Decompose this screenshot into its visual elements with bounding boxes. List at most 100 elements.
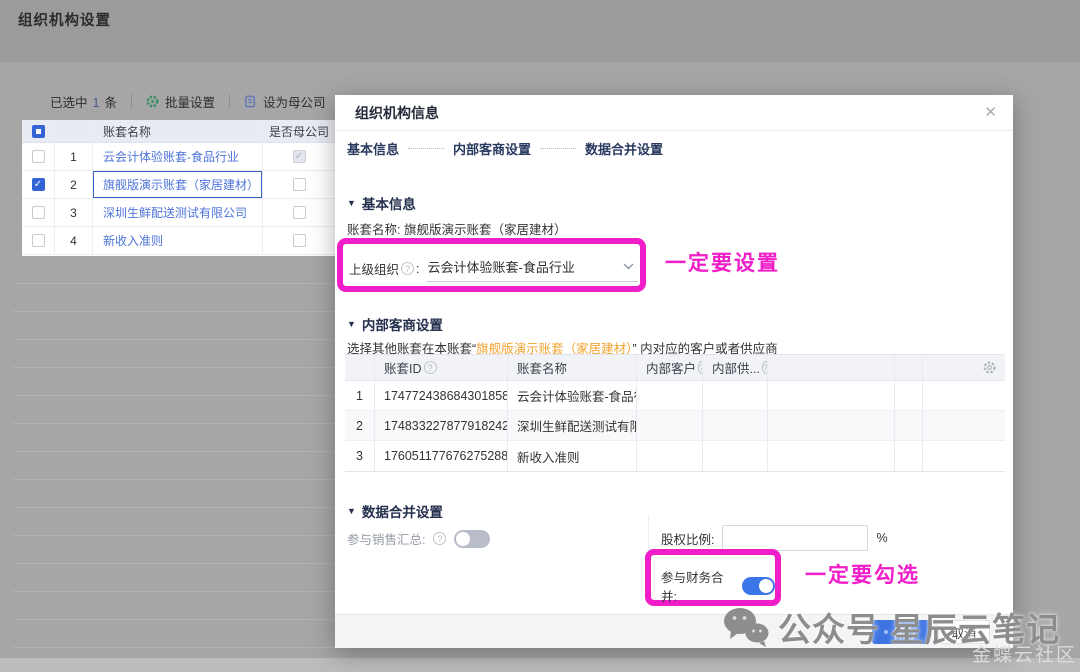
account-id: 1747724386843018584 [375,381,508,410]
equity-ratio-label: 股权比例: [661,529,714,548]
row-checkbox[interactable] [32,234,45,247]
internal-supplier-cell[interactable] [703,441,768,471]
gear-icon [146,95,159,108]
internal-customer-cell[interactable] [637,441,703,471]
row-checkbox[interactable]: ✓ [32,178,45,191]
page-bottom-strip [0,658,1080,672]
sales-summary-toggle[interactable] [454,530,490,548]
name-column-header: 账套名称 [508,355,637,380]
partners-row[interactable]: 2 1748332278779182428 深圳生鲜配送测试有限公司 [345,411,1005,441]
blank-cell [923,441,1005,471]
blank-cell [768,381,895,410]
row-seq: 1 [55,143,93,170]
screen: 组织机构设置 已选中1条 批量设置 设为母公司 账套名称 是否母公司 1 云会计… [0,0,1080,672]
column-settings-gear-icon[interactable] [982,360,997,375]
row-seq: 3 [345,441,375,471]
toolbar-divider [131,94,132,108]
is-parent-checkbox[interactable] [293,234,306,247]
highlight-box-finance-merge: 参与财务合并: [645,549,781,606]
set-parent-label: 设为母公司 [263,92,326,111]
account-link[interactable]: 新收入准则 [103,232,163,249]
account-name: 云会计体验账套-食品行业 [508,381,637,410]
equity-unit-label: % [876,531,887,545]
close-icon[interactable]: ✕ [984,103,997,121]
save-button[interactable]: 保存 [872,620,930,644]
account-name-value: 旗舰版演示账套（家居建材） [404,223,567,237]
cancel-button[interactable]: 取消 [938,620,990,644]
finance-merge-row: 参与财务合并: [661,567,775,605]
table-row[interactable]: 1 云会计体验账套-食品行业 ✓ [22,143,335,171]
dialog-footer: 保存 取消 [335,614,1013,648]
section-internal-partners[interactable]: ▼ 内部客商设置 [347,314,443,334]
selected-count-text: 已选中1条 [50,92,117,111]
toolbar-divider [229,94,230,108]
partners-row[interactable]: 3 1760511776762752888 新收入准则 [345,441,1005,471]
account-link[interactable]: 旗舰版演示账套（家居建材） [103,176,259,193]
section-title: 数据合并设置 [362,501,443,521]
partners-table: 账套ID? 账套名称 内部客户? 内部供...? 1 1747724386843… [345,354,1005,472]
account-id: 1760511776762752888 [375,441,508,471]
supplier-header-label: 内部供... [712,358,760,377]
blank-column-header [768,355,895,380]
annotation-must-set: 一定要设置 [665,247,780,277]
internal-supplier-cell[interactable] [703,381,768,410]
account-link[interactable]: 深圳生鲜配送测试有限公司 [103,204,247,221]
seq-header [55,120,93,142]
batch-set-button[interactable]: 批量设置 [146,92,215,111]
step-data-merge[interactable]: 数据合并设置 [585,139,663,158]
page-title: 组织机构设置 [18,9,111,30]
row-seq: 2 [345,411,375,440]
customer-header-label: 内部客户 [646,358,696,377]
is-parent-checkbox: ✓ [293,150,306,163]
select-all-checkbox[interactable] [32,125,45,138]
step-basic-info[interactable]: 基本信息 [347,139,399,158]
internal-supplier-cell[interactable] [703,411,768,440]
is-parent-column-header: 是否母公司 [263,120,335,142]
blank-cell [923,381,1005,410]
equity-ratio-input[interactable] [722,525,868,551]
section-basic-info[interactable]: ▼ 基本信息 [347,193,416,213]
account-name-line: 账套名称: 旗舰版演示账套（家居建材） [347,219,566,238]
save-button-dot-icon [884,630,888,634]
help-icon[interactable]: ? [424,361,437,374]
blank-cell [895,381,923,410]
step-internal-partners[interactable]: 内部客商设置 [453,139,531,158]
id-header-label: 账套ID [384,358,422,377]
equity-ratio-row: 股权比例: % [661,525,888,551]
is-parent-checkbox[interactable] [293,178,306,191]
internal-customer-cell[interactable] [637,381,703,410]
sales-summary-row: 参与销售汇总: ? [347,529,490,548]
partners-header-row: 账套ID? 账套名称 内部客户? 内部供...? [345,355,1005,381]
partners-row[interactable]: 1 1747724386843018584 云会计体验账套-食品行业 [345,381,1005,411]
finance-merge-label: 参与财务合并: [661,567,734,605]
section-data-merge[interactable]: ▼ 数据合并设置 [347,501,443,521]
name-column-header: 账套名称 [93,120,263,142]
row-checkbox[interactable] [32,206,45,219]
blank-cell [895,411,923,440]
dialog-title: 组织机构信息 [335,95,1013,131]
internal-customer-cell[interactable] [637,411,703,440]
account-link[interactable]: 云会计体验账套-食品行业 [103,148,239,165]
blank-cell [768,411,895,440]
save-button-label: 保存 [892,623,917,642]
finance-merge-toggle[interactable] [742,577,775,595]
selected-count: 1 [93,96,100,110]
table-row[interactable]: 3 深圳生鲜配送测试有限公司 [22,199,335,227]
empty-table-rows [12,256,335,656]
toggle-knob [759,579,773,593]
table-header-row: 账套名称 是否母公司 [22,120,335,143]
row-checkbox[interactable] [32,150,45,163]
step-connector [540,148,576,149]
blank-cell [895,441,923,471]
is-parent-checkbox[interactable] [293,206,306,219]
set-parent-button[interactable]: 设为母公司 [244,92,326,111]
help-icon[interactable]: ? [433,532,446,545]
document-icon [244,95,257,108]
table-row[interactable]: 4 新收入准则 [22,227,335,255]
account-id: 1748332278779182428 [375,411,508,440]
account-name: 新收入准则 [508,441,637,471]
blank-cell [768,441,895,471]
table-row-selected[interactable]: ✓ 2 旗舰版演示账套（家居建材） [22,171,335,199]
id-column-header: 账套ID? [375,355,508,380]
accounts-table: 账套名称 是否母公司 1 云会计体验账套-食品行业 ✓ ✓ 2 旗舰版演示账套（… [22,120,335,256]
